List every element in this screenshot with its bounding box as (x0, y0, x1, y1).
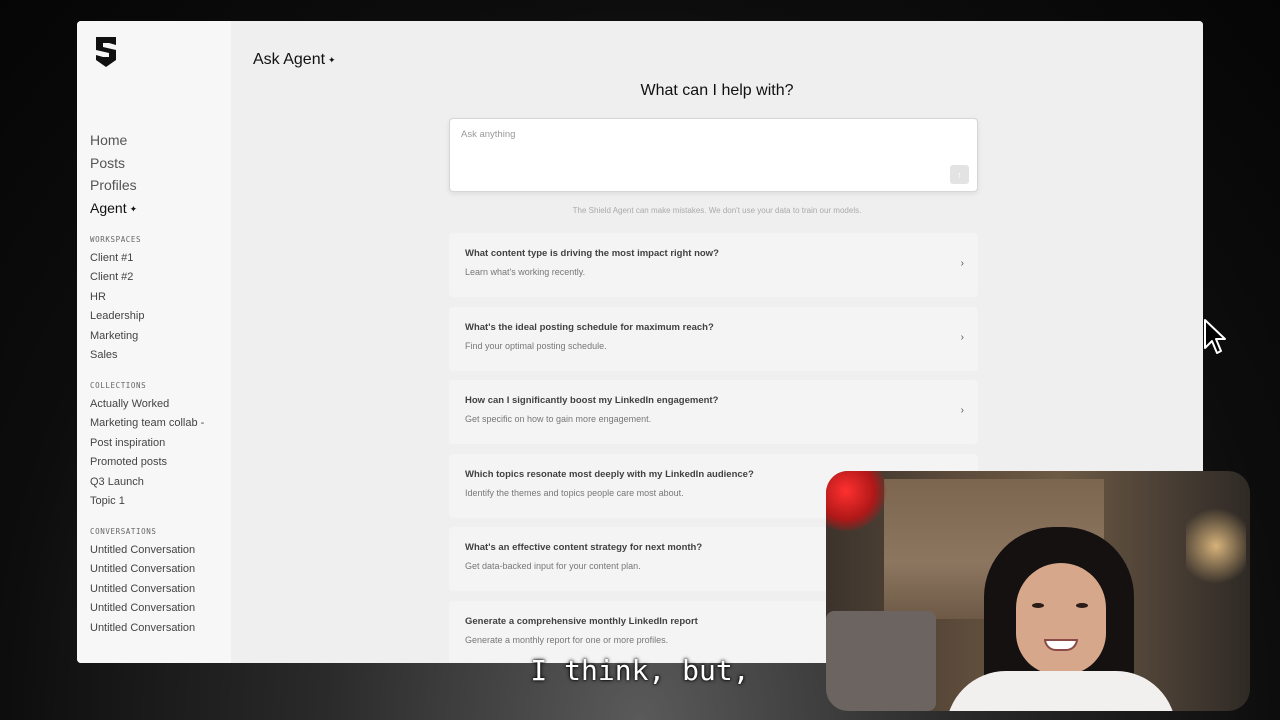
page-title: Ask Agent ✦ (253, 51, 336, 69)
prompt-input[interactable] (461, 129, 931, 140)
workspace-item[interactable]: Leadership (90, 307, 220, 327)
disclaimer: The Shield Agent can make mistakes. We d… (572, 206, 862, 215)
shield-logo-icon[interactable] (94, 36, 118, 68)
conversations-heading: CONVERSATIONS (90, 526, 157, 536)
nav-agent[interactable]: Agent ✦ (90, 197, 220, 220)
nav-agent-label: Agent (90, 200, 127, 217)
collection-item[interactable]: Marketing team collab - (90, 414, 220, 434)
sidebar: Home Posts Profiles Agent ✦ WORKSPACES Cl… (77, 21, 231, 663)
chevron-right-icon: › (960, 405, 964, 416)
collection-item[interactable]: Q3 Launch (90, 473, 220, 493)
red-light (826, 471, 886, 531)
suggestion-subtitle: Find your optimal posting schedule. (465, 340, 607, 351)
collection-item[interactable]: Topic 1 (90, 492, 220, 512)
chevron-right-icon: › (960, 331, 964, 343)
sparkle-icon: ✦ (129, 204, 138, 215)
collection-item[interactable]: Post inspiration (90, 434, 220, 454)
suggestion-subtitle: Get specific on how to gain more engagem… (465, 414, 652, 424)
presenter-eye (1032, 603, 1044, 608)
suggestion-card[interactable]: What content type is driving the most im… (449, 233, 978, 297)
sparkle-icon: ✦ (328, 55, 336, 65)
workspace-item[interactable]: Sales (90, 346, 220, 366)
workspace-item[interactable]: Client #1 (90, 249, 220, 269)
page-title-text: Ask Agent (253, 51, 326, 68)
workspace-item[interactable]: Marketing (90, 327, 220, 347)
collections-heading: COLLECTIONS (90, 380, 147, 390)
prompt-box: ↑ (449, 118, 978, 192)
nav-posts[interactable]: Posts (90, 152, 220, 175)
arrow-up-icon: ↑ (957, 169, 962, 180)
suggestion-card[interactable]: What's the ideal posting schedule for ma… (449, 306, 978, 371)
collection-item[interactable]: Actually Worked (90, 395, 220, 415)
conversation-item[interactable]: Untitled Conversation (90, 560, 220, 580)
nav-home[interactable]: Home (90, 129, 220, 152)
conversation-item[interactable]: Untitled Conversation (90, 619, 220, 639)
main-nav: Home Posts Profiles Agent ✦ WORKSPACES Cl… (90, 129, 220, 638)
suggestion-title: How can I significantly boost my LinkedI… (465, 395, 719, 406)
suggestion-title: What content type is driving the most im… (465, 248, 719, 259)
suggestion-subtitle: Learn what's working recently. (465, 267, 586, 277)
chevron-right-icon: › (960, 258, 964, 269)
workspace-item[interactable]: Client #2 (90, 268, 220, 288)
headline: What can I help with? (640, 82, 794, 99)
suggestion-title: What's the ideal posting schedule for ma… (465, 321, 714, 333)
suggestion-card[interactable]: How can I significantly boost my LinkedI… (449, 380, 978, 444)
collection-item[interactable]: Promoted posts (90, 453, 220, 473)
workspace-item[interactable]: HR (90, 288, 220, 308)
presenter-eye (1076, 603, 1088, 608)
conversation-item[interactable]: Untitled Conversation (90, 580, 220, 600)
mouse-pointer-icon (1204, 319, 1226, 354)
send-button[interactable]: ↑ (950, 165, 969, 184)
subtitle-caption: I think, but, (530, 654, 750, 687)
workspaces-heading: WORKSPACES (90, 234, 142, 244)
conversation-item[interactable]: Untitled Conversation (90, 541, 220, 561)
background-lamp (1186, 501, 1246, 591)
conversation-item[interactable]: Untitled Conversation (90, 599, 220, 619)
nav-profiles[interactable]: Profiles (90, 174, 220, 197)
